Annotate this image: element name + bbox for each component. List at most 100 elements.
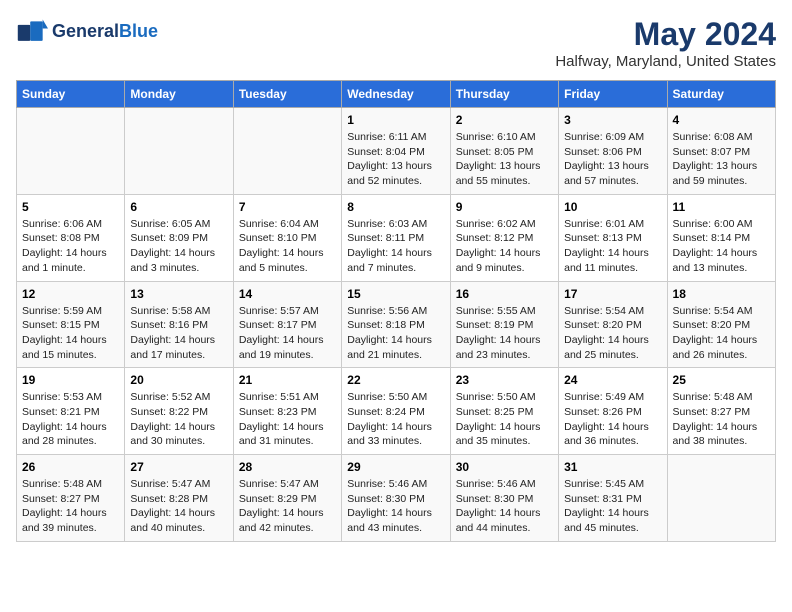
day-number: 2	[456, 113, 553, 127]
day-info: Sunrise: 5:50 AMSunset: 8:25 PMDaylight:…	[456, 390, 553, 449]
calendar-cell: 14 Sunrise: 5:57 AMSunset: 8:17 PMDayligh…	[233, 281, 341, 368]
calendar-cell: 12 Sunrise: 5:59 AMSunset: 8:15 PMDayligh…	[17, 281, 125, 368]
day-info: Sunrise: 6:06 AMSunset: 8:08 PMDaylight:…	[22, 217, 119, 276]
calendar-cell: 23 Sunrise: 5:50 AMSunset: 8:25 PMDayligh…	[450, 368, 558, 455]
calendar-cell: 22 Sunrise: 5:50 AMSunset: 8:24 PMDayligh…	[342, 368, 450, 455]
logo: GeneralBlue	[16, 16, 158, 48]
day-number: 18	[673, 287, 770, 301]
day-number: 4	[673, 113, 770, 127]
logo-line1: GeneralBlue	[52, 22, 158, 42]
calendar-cell: 26 Sunrise: 5:48 AMSunset: 8:27 PMDayligh…	[17, 455, 125, 542]
day-info: Sunrise: 6:03 AMSunset: 8:11 PMDaylight:…	[347, 217, 444, 276]
calendar-week-row: 5 Sunrise: 6:06 AMSunset: 8:08 PMDaylight…	[17, 194, 776, 281]
logo-icon	[16, 16, 48, 48]
calendar-cell: 20 Sunrise: 5:52 AMSunset: 8:22 PMDayligh…	[125, 368, 233, 455]
day-number: 15	[347, 287, 444, 301]
day-number: 31	[564, 460, 661, 474]
day-number: 9	[456, 200, 553, 214]
day-info: Sunrise: 6:08 AMSunset: 8:07 PMDaylight:…	[673, 130, 770, 189]
day-number: 25	[673, 373, 770, 387]
calendar-cell: 3 Sunrise: 6:09 AMSunset: 8:06 PMDaylight…	[559, 108, 667, 195]
day-number: 21	[239, 373, 336, 387]
calendar-cell	[667, 455, 775, 542]
day-number: 10	[564, 200, 661, 214]
day-number: 28	[239, 460, 336, 474]
calendar-cell: 10Sunrise: 6:01 AMSunset: 8:13 PMDayligh…	[559, 194, 667, 281]
calendar-cell: 31 Sunrise: 5:45 AMSunset: 8:31 PMDayligh…	[559, 455, 667, 542]
calendar-cell: 4 Sunrise: 6:08 AMSunset: 8:07 PMDaylight…	[667, 108, 775, 195]
calendar-cell: 30 Sunrise: 5:46 AMSunset: 8:30 PMDayligh…	[450, 455, 558, 542]
header-saturday: Saturday	[667, 81, 775, 108]
calendar-cell	[17, 108, 125, 195]
calendar-cell: 24 Sunrise: 5:49 AMSunset: 8:26 PMDayligh…	[559, 368, 667, 455]
day-info: Sunrise: 5:54 AMSunset: 8:20 PMDaylight:…	[673, 304, 770, 363]
day-info: Sunrise: 5:46 AMSunset: 8:30 PMDaylight:…	[456, 477, 553, 536]
calendar-cell: 15 Sunrise: 5:56 AMSunset: 8:18 PMDayligh…	[342, 281, 450, 368]
day-info: Sunrise: 6:04 AMSunset: 8:10 PMDaylight:…	[239, 217, 336, 276]
calendar-cell: 21Sunrise: 5:51 AMSunset: 8:23 PMDayligh…	[233, 368, 341, 455]
day-number: 3	[564, 113, 661, 127]
day-info: Sunrise: 5:53 AMSunset: 8:21 PMDaylight:…	[22, 390, 119, 449]
calendar-cell	[233, 108, 341, 195]
day-info: Sunrise: 5:52 AMSunset: 8:22 PMDaylight:…	[130, 390, 227, 449]
header-tuesday: Tuesday	[233, 81, 341, 108]
day-info: Sunrise: 5:47 AMSunset: 8:28 PMDaylight:…	[130, 477, 227, 536]
day-number: 14	[239, 287, 336, 301]
day-info: Sunrise: 6:11 AMSunset: 8:04 PMDaylight:…	[347, 130, 444, 189]
calendar-cell: 17Sunrise: 5:54 AMSunset: 8:20 PMDayligh…	[559, 281, 667, 368]
calendar-cell: 18 Sunrise: 5:54 AMSunset: 8:20 PMDayligh…	[667, 281, 775, 368]
day-number: 5	[22, 200, 119, 214]
day-info: Sunrise: 6:09 AMSunset: 8:06 PMDaylight:…	[564, 130, 661, 189]
day-number: 11	[673, 200, 770, 214]
day-number: 26	[22, 460, 119, 474]
day-number: 24	[564, 373, 661, 387]
day-info: Sunrise: 6:10 AMSunset: 8:05 PMDaylight:…	[456, 130, 553, 189]
day-number: 30	[456, 460, 553, 474]
day-number: 17	[564, 287, 661, 301]
day-number: 29	[347, 460, 444, 474]
header-monday: Monday	[125, 81, 233, 108]
day-number: 23	[456, 373, 553, 387]
day-number: 22	[347, 373, 444, 387]
calendar-cell: 2 Sunrise: 6:10 AMSunset: 8:05 PMDaylight…	[450, 108, 558, 195]
day-info: Sunrise: 5:48 AMSunset: 8:27 PMDaylight:…	[673, 390, 770, 449]
calendar-cell: 27 Sunrise: 5:47 AMSunset: 8:28 PMDayligh…	[125, 455, 233, 542]
day-number: 12	[22, 287, 119, 301]
calendar-cell: 16Sunrise: 5:55 AMSunset: 8:19 PMDayligh…	[450, 281, 558, 368]
calendar-week-row: 26 Sunrise: 5:48 AMSunset: 8:27 PMDayligh…	[17, 455, 776, 542]
day-number: 16	[456, 287, 553, 301]
header-sunday: Sunday	[17, 81, 125, 108]
calendar-cell: 13Sunrise: 5:58 AMSunset: 8:16 PMDayligh…	[125, 281, 233, 368]
day-info: Sunrise: 5:50 AMSunset: 8:24 PMDaylight:…	[347, 390, 444, 449]
calendar-week-row: 12 Sunrise: 5:59 AMSunset: 8:15 PMDayligh…	[17, 281, 776, 368]
day-info: Sunrise: 5:46 AMSunset: 8:30 PMDaylight:…	[347, 477, 444, 536]
calendar-cell: 28 Sunrise: 5:47 AMSunset: 8:29 PMDayligh…	[233, 455, 341, 542]
calendar-table: SundayMondayTuesdayWednesdayThursdayFrid…	[16, 80, 776, 542]
calendar-cell: 6Sunrise: 6:05 AMSunset: 8:09 PMDaylight…	[125, 194, 233, 281]
calendar-cell: 1Sunrise: 6:11 AMSunset: 8:04 PMDaylight…	[342, 108, 450, 195]
calendar-cell: 29 Sunrise: 5:46 AMSunset: 8:30 PMDayligh…	[342, 455, 450, 542]
header-friday: Friday	[559, 81, 667, 108]
header-thursday: Thursday	[450, 81, 558, 108]
day-info: Sunrise: 5:48 AMSunset: 8:27 PMDaylight:…	[22, 477, 119, 536]
calendar-subtitle: Halfway, Maryland, United States	[555, 53, 776, 70]
calendar-cell: 9Sunrise: 6:02 AMSunset: 8:12 PMDaylight…	[450, 194, 558, 281]
day-info: Sunrise: 6:00 AMSunset: 8:14 PMDaylight:…	[673, 217, 770, 276]
page-header: GeneralBlue May 2024 Halfway, Maryland, …	[16, 16, 776, 70]
calendar-cell: 7 Sunrise: 6:04 AMSunset: 8:10 PMDaylight…	[233, 194, 341, 281]
day-info: Sunrise: 5:45 AMSunset: 8:31 PMDaylight:…	[564, 477, 661, 536]
day-info: Sunrise: 5:47 AMSunset: 8:29 PMDaylight:…	[239, 477, 336, 536]
day-info: Sunrise: 5:57 AMSunset: 8:17 PMDaylight:…	[239, 304, 336, 363]
calendar-cell: 11 Sunrise: 6:00 AMSunset: 8:14 PMDayligh…	[667, 194, 775, 281]
day-number: 7	[239, 200, 336, 214]
day-number: 27	[130, 460, 227, 474]
day-info: Sunrise: 5:59 AMSunset: 8:15 PMDaylight:…	[22, 304, 119, 363]
calendar-cell: 25 Sunrise: 5:48 AMSunset: 8:27 PMDayligh…	[667, 368, 775, 455]
calendar-title: May 2024	[555, 16, 776, 53]
day-info: Sunrise: 5:49 AMSunset: 8:26 PMDaylight:…	[564, 390, 661, 449]
day-number: 20	[130, 373, 227, 387]
day-number: 6	[130, 200, 227, 214]
day-info: Sunrise: 5:56 AMSunset: 8:18 PMDaylight:…	[347, 304, 444, 363]
calendar-cell	[125, 108, 233, 195]
day-info: Sunrise: 5:58 AMSunset: 8:16 PMDaylight:…	[130, 304, 227, 363]
